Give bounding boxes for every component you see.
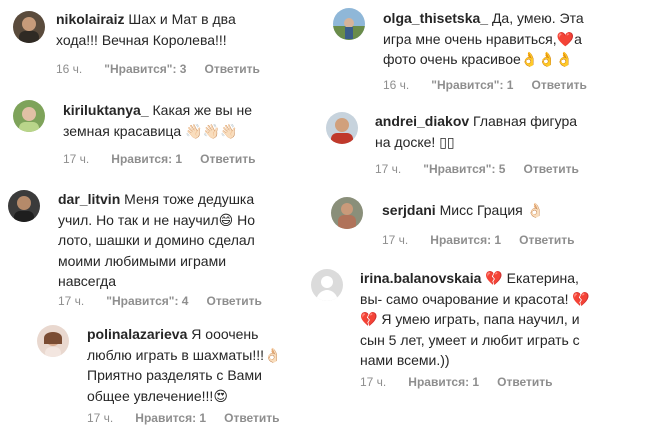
avatar[interactable] xyxy=(333,8,365,40)
comment-meta: 17 ч. Нравится: 1 Ответить xyxy=(63,152,256,166)
likes-count[interactable]: "Нравится": 5 xyxy=(423,162,505,176)
reply-button[interactable]: Ответить xyxy=(519,233,574,247)
reply-button[interactable]: Ответить xyxy=(200,152,255,166)
comment-body: irina.balanovskaia 💔 Екатерина, вы- само… xyxy=(360,268,590,371)
comment-meta: 16 ч. "Нравится": 3 Ответить xyxy=(56,62,260,76)
comment-time: 16 ч. xyxy=(383,78,410,92)
comment-body: olga_thisetska_ Да, умею. Эта игра мне о… xyxy=(383,8,603,70)
avatar[interactable] xyxy=(13,11,45,43)
avatar[interactable] xyxy=(37,325,69,357)
avatar[interactable] xyxy=(8,190,40,222)
comment-time: 17 ч. xyxy=(58,294,85,308)
reply-button[interactable]: Ответить xyxy=(204,62,259,76)
likes-count[interactable]: "Нравится": 3 xyxy=(104,62,186,76)
likes-count[interactable]: Нравится: 1 xyxy=(135,411,206,425)
comment-meta: 17 ч. "Нравится": 4 Ответить xyxy=(58,294,262,308)
comment-username[interactable]: dar_litvin xyxy=(58,191,120,207)
reply-button[interactable]: Ответить xyxy=(206,294,261,308)
comment-meta: 17 ч. "Нравится": 5 Ответить xyxy=(375,162,579,176)
comment-body: andrei_diakov Главная фигура на доске! ▯… xyxy=(375,111,595,152)
comment-body: nikolairaiz Шах и Мат в два хода!!! Вечн… xyxy=(56,9,256,50)
comment-meta: 17 ч. Нравится: 1 Ответить xyxy=(87,411,280,425)
avatar[interactable] xyxy=(326,112,358,144)
comment-text: Мисс Грация 👌🏻 xyxy=(439,202,545,218)
comment-body: serjdani Мисс Грация 👌🏻 xyxy=(382,200,602,221)
comment-username[interactable]: nikolairaiz xyxy=(56,11,124,27)
comment-meta: 17 ч. Нравится: 1 Ответить xyxy=(360,375,553,389)
comment-time: 17 ч. xyxy=(375,162,402,176)
comment-time: 17 ч. xyxy=(360,375,387,389)
comment-body: polinalazarieva Я ооочень люблю играть в… xyxy=(87,324,307,406)
likes-count[interactable]: Нравится: 1 xyxy=(111,152,182,166)
comment-body: dar_litvin Меня тоже дедушка учил. Но та… xyxy=(58,189,268,292)
avatar[interactable] xyxy=(13,100,45,132)
comment-meta: 16 ч. "Нравится": 1 Ответить xyxy=(383,78,587,92)
reply-button[interactable]: Ответить xyxy=(531,78,586,92)
comment-time: 17 ч. xyxy=(87,411,114,425)
comment-username[interactable]: kiriluktanya_ xyxy=(63,102,149,118)
reply-button[interactable]: Ответить xyxy=(224,411,279,425)
likes-count[interactable]: Нравится: 1 xyxy=(408,375,479,389)
likes-count[interactable]: "Нравится": 1 xyxy=(431,78,513,92)
comment-time: 16 ч. xyxy=(56,62,83,76)
avatar[interactable] xyxy=(331,197,363,229)
comment-meta: 17 ч. Нравится: 1 Ответить xyxy=(382,233,575,247)
reply-button[interactable]: Ответить xyxy=(497,375,552,389)
comment-username[interactable]: olga_thisetska_ xyxy=(383,10,488,26)
comment-time: 17 ч. xyxy=(63,152,90,166)
comment-username[interactable]: andrei_diakov xyxy=(375,113,469,129)
comment-username[interactable]: polinalazarieva xyxy=(87,326,187,342)
avatar-placeholder[interactable] xyxy=(311,269,343,301)
likes-count[interactable]: Нравится: 1 xyxy=(430,233,501,247)
likes-count[interactable]: "Нравится": 4 xyxy=(106,294,188,308)
comment-username[interactable]: irina.balanovskaia xyxy=(360,270,481,286)
comment-body: kiriluktanya_ Какая же вы не земная крас… xyxy=(63,100,263,141)
comment-username[interactable]: serjdani xyxy=(382,202,436,218)
comment-time: 17 ч. xyxy=(382,233,409,247)
reply-button[interactable]: Ответить xyxy=(523,162,578,176)
